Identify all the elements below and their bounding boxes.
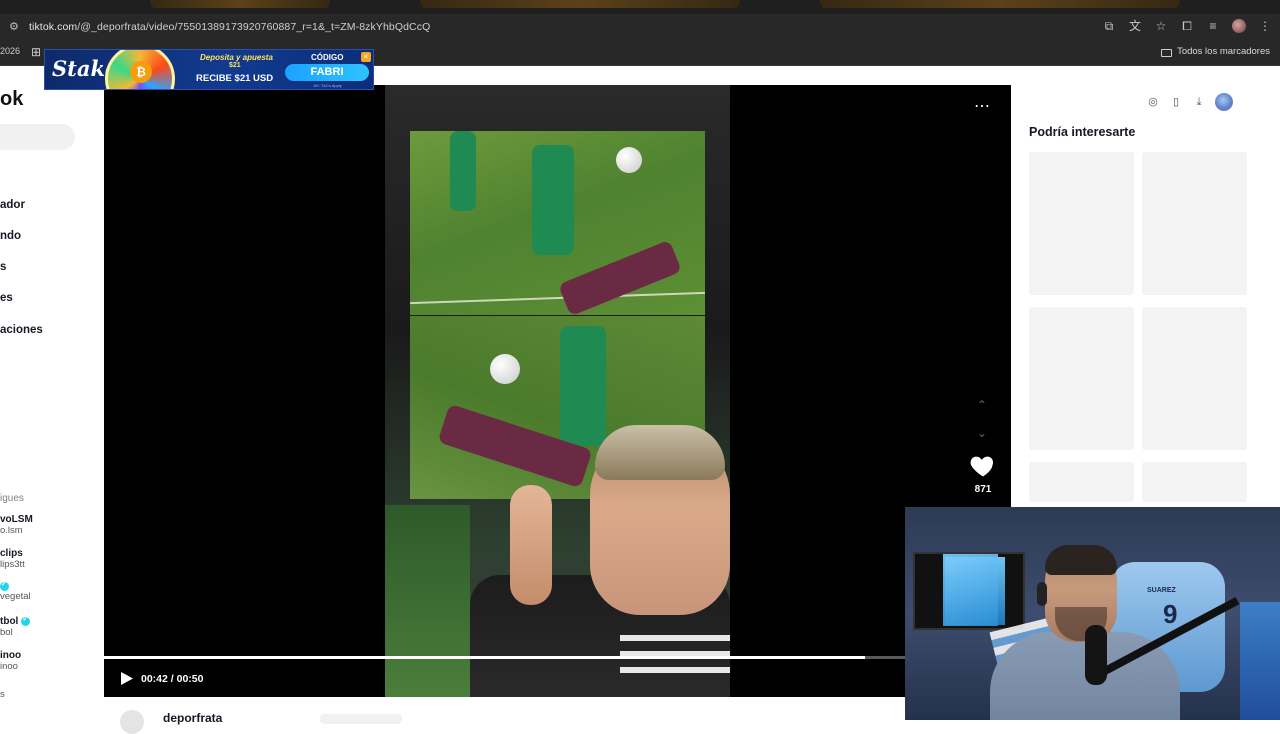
browser-tab-strip bbox=[0, 0, 1280, 14]
recommendation-thumbnail[interactable] bbox=[1029, 152, 1134, 295]
background-poster bbox=[943, 554, 998, 626]
account-handle: inoo bbox=[0, 661, 18, 672]
nav-item-notifications[interactable]: aciones bbox=[0, 324, 43, 336]
like-heart-icon[interactable] bbox=[969, 452, 997, 480]
cast-icon[interactable]: ⧉ bbox=[1102, 19, 1116, 33]
bitcoin-icon: ₿ bbox=[130, 61, 152, 83]
video-progress-fill bbox=[104, 656, 865, 659]
streamer-webcam: SUAREZ 9 bbox=[905, 507, 1280, 720]
author-avatar[interactable] bbox=[120, 710, 144, 734]
author-name[interactable]: deporfrata bbox=[163, 711, 222, 725]
account-name: inoo bbox=[0, 650, 22, 661]
url-text[interactable]: tiktok.com/@_deporfrata/video/7550138917… bbox=[29, 21, 430, 33]
tiktok-logo[interactable]: ok bbox=[0, 88, 23, 111]
ad-deposit-text: Deposita y apuesta bbox=[200, 53, 273, 62]
translate-icon[interactable]: 文 bbox=[1128, 19, 1142, 33]
device-icon[interactable]: ▯ bbox=[1169, 95, 1183, 109]
next-video-icon[interactable]: ⌄ bbox=[977, 426, 987, 440]
verified-badge-icon bbox=[0, 580, 9, 591]
presenter-hand bbox=[510, 485, 552, 605]
nav-item-following[interactable]: s bbox=[0, 261, 6, 273]
football bbox=[490, 354, 520, 384]
microphone-icon bbox=[1085, 625, 1107, 685]
football-clip-top bbox=[410, 131, 705, 317]
presenter-hair bbox=[595, 425, 725, 480]
ad-code-label: CÓDIGO bbox=[311, 53, 344, 62]
followed-account[interactable]: s bbox=[0, 689, 5, 700]
following-section-title: igues bbox=[0, 493, 24, 504]
followed-account[interactable]: clips lips3tt bbox=[0, 548, 25, 570]
verified-badge-icon bbox=[21, 615, 31, 626]
video-time: 00:42 / 00:50 bbox=[141, 673, 204, 685]
like-count: 871 bbox=[974, 484, 992, 495]
ad-deposit-amount: $21 bbox=[229, 62, 241, 69]
recommendation-thumbnail[interactable] bbox=[1142, 307, 1247, 450]
account-name: tbol bbox=[0, 615, 31, 627]
media-queue-icon[interactable]: ≡ bbox=[1206, 19, 1220, 33]
prize-wheel: ₿ bbox=[105, 50, 175, 89]
player-green bbox=[450, 131, 476, 211]
extensions-icon[interactable]: ⧠ bbox=[1180, 19, 1194, 33]
video-progress-bar[interactable] bbox=[104, 656, 905, 659]
recommendation-thumbnail[interactable] bbox=[1029, 462, 1134, 502]
account-handle: s bbox=[0, 689, 5, 700]
jersey-name: SUAREZ bbox=[1147, 587, 1176, 594]
apps-grid-icon[interactable]: ⊞ bbox=[31, 45, 41, 59]
more-options-icon[interactable]: ⋯ bbox=[974, 96, 991, 116]
nav-item-explore[interactable]: ndo bbox=[0, 230, 21, 242]
followed-account[interactable]: inoo inoo bbox=[0, 650, 21, 672]
account-handle: bol bbox=[0, 627, 13, 638]
ad-close-icon[interactable]: × bbox=[361, 52, 371, 62]
ad-code-value: FABRI bbox=[285, 64, 369, 81]
jersey-number: 9 bbox=[1163, 599, 1178, 629]
download-icon[interactable]: ⤓ bbox=[1192, 95, 1206, 109]
ad-fine-print: 18+ T&Cs Apply bbox=[313, 83, 342, 88]
ad-receive-text: RECIBE $21 USD bbox=[196, 73, 274, 84]
bookmark-star-icon[interactable]: ☆ bbox=[1154, 19, 1168, 33]
account-name: voLSM bbox=[0, 514, 33, 525]
previous-video-icon[interactable]: ⌃ bbox=[977, 398, 987, 412]
recommendation-thumbnail[interactable] bbox=[1142, 462, 1247, 502]
recommendations-title: Podría interesarte bbox=[1029, 125, 1136, 139]
led-light bbox=[1240, 602, 1280, 720]
search-input[interactable] bbox=[0, 124, 75, 150]
followed-account[interactable]: vegetal bbox=[0, 580, 31, 602]
video-content[interactable] bbox=[385, 85, 730, 697]
account-handle: lips3tt bbox=[0, 559, 25, 570]
recommendation-thumbnail[interactable] bbox=[1029, 307, 1134, 450]
streamer-hair bbox=[1045, 545, 1117, 575]
tab-glow bbox=[820, 0, 1180, 8]
pitch-line bbox=[410, 291, 705, 305]
account-name bbox=[0, 580, 31, 591]
followed-account[interactable]: tbol bol bbox=[0, 615, 31, 638]
tab-glow bbox=[150, 0, 330, 8]
site-settings-icon[interactable]: ⚙ bbox=[9, 22, 21, 33]
tab-glow bbox=[420, 0, 740, 8]
address-bar[interactable]: ⚙ tiktok.com/@_deporfrata/video/75501389… bbox=[0, 14, 1280, 40]
play-icon[interactable] bbox=[120, 671, 134, 686]
bookmark-item[interactable]: 2026 bbox=[0, 46, 20, 56]
folder-icon bbox=[1161, 48, 1173, 57]
account-handle: vegetal bbox=[0, 591, 31, 602]
menu-dots-icon[interactable]: ⋮ bbox=[1258, 19, 1272, 33]
player-claret bbox=[558, 239, 682, 317]
nav-item-for-you[interactable]: ador bbox=[0, 199, 25, 211]
all-bookmarks-button[interactable]: Todos los marcadores bbox=[1161, 46, 1270, 57]
video-info-bar bbox=[104, 697, 905, 720]
player-green bbox=[532, 145, 574, 255]
profile-avatar[interactable] bbox=[1232, 19, 1246, 33]
nav-item-messages[interactable]: es bbox=[0, 292, 13, 304]
user-avatar[interactable] bbox=[1215, 93, 1233, 111]
account-name: clips bbox=[0, 548, 23, 559]
stake-ad-banner[interactable]: Stake ₿ Deposita y apuesta $21 RECIBE $2… bbox=[44, 49, 374, 90]
follow-button[interactable] bbox=[320, 714, 402, 724]
followed-account[interactable]: voLSM o.lsm bbox=[0, 514, 33, 536]
recommendation-thumbnail[interactable] bbox=[1142, 152, 1247, 295]
account-handle: o.lsm bbox=[0, 525, 23, 536]
headset-icon bbox=[1037, 582, 1047, 606]
football bbox=[616, 147, 642, 173]
compass-icon[interactable]: ◎ bbox=[1146, 95, 1160, 109]
background-crowd bbox=[385, 505, 470, 697]
